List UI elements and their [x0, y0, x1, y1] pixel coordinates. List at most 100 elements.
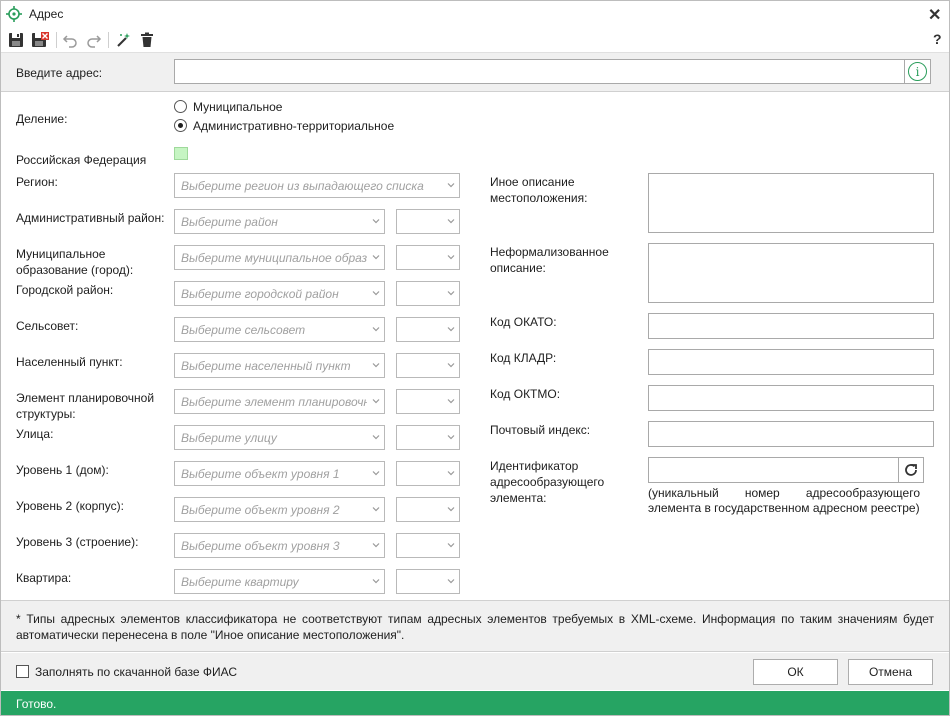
- kladr-label: Код КЛАДР:: [490, 351, 557, 365]
- street-combo[interactable]: Выберите улицу: [174, 425, 385, 450]
- region-combo[interactable]: Выберите регион из выпадающего списка: [174, 173, 460, 198]
- admin-district-type-combo[interactable]: [396, 209, 460, 234]
- level3-placeholder: Выберите объект уровня 3: [181, 539, 340, 553]
- admin-district-placeholder: Выберите район: [181, 215, 278, 229]
- planning-element-type-combo[interactable]: [396, 389, 460, 414]
- municipality-combo[interactable]: Выберите муниципальное образование: [174, 245, 385, 270]
- level3-type-combo[interactable]: [396, 533, 460, 558]
- selsovet-placeholder: Выберите сельсовет: [181, 323, 306, 337]
- level1-placeholder: Выберите объект уровня 1: [181, 467, 340, 481]
- admin-district-label: Административный район:: [16, 211, 165, 225]
- close-icon[interactable]: ✕: [928, 5, 941, 25]
- planning-element-combo[interactable]: Выберите элемент планировочной структуры: [174, 389, 385, 414]
- toolbar-separator: [56, 32, 57, 48]
- selsovet-type-combo[interactable]: [396, 317, 460, 342]
- admin-district-combo[interactable]: Выберите район: [174, 209, 385, 234]
- level3-label: Уровень 3 (строение):: [16, 535, 139, 549]
- fias-checkbox-label: Заполнять по скачанной базе ФИАС: [35, 665, 238, 679]
- note-text: * Типы адресных элементов классификатора…: [16, 612, 934, 642]
- country-indicator: [174, 147, 188, 160]
- ok-button[interactable]: ОК: [753, 659, 838, 685]
- settlement-label: Населенный пункт:: [16, 355, 123, 369]
- info-button[interactable]: i: [904, 59, 931, 84]
- level2-label: Уровень 2 (корпус):: [16, 499, 124, 513]
- planning-element-label: Элемент планировочной структуры:: [16, 391, 155, 421]
- save-icon[interactable]: [6, 30, 26, 50]
- settlement-combo[interactable]: Выберите населенный пункт: [174, 353, 385, 378]
- status-text: Готово.: [16, 697, 57, 711]
- radio-administrative[interactable]: [174, 119, 187, 132]
- chevron-down-icon: [372, 435, 380, 440]
- level1-type-combo[interactable]: [396, 461, 460, 486]
- kladr-field[interactable]: [648, 349, 934, 375]
- selsovet-combo[interactable]: Выберите сельсовет: [174, 317, 385, 342]
- chevron-down-icon: [372, 507, 380, 512]
- address-input[interactable]: [174, 59, 930, 84]
- chevron-down-icon: [447, 363, 455, 368]
- radio-municipal[interactable]: [174, 100, 187, 113]
- chevron-down-icon: [372, 579, 380, 584]
- chevron-down-icon: [447, 579, 455, 584]
- toolbar-separator: [108, 32, 109, 48]
- chevron-down-icon: [372, 363, 380, 368]
- country-label: Российская Федерация: [16, 153, 147, 167]
- level1-label: Уровень 1 (дом):: [16, 463, 109, 477]
- fias-checkbox[interactable]: [16, 665, 29, 678]
- refresh-icon: [905, 464, 917, 476]
- okato-label: Код ОКАТО:: [490, 315, 557, 329]
- delete-icon[interactable]: [137, 30, 157, 50]
- radio-municipal-label: Муниципальное: [193, 100, 283, 114]
- address-input-label: Введите адрес:: [16, 66, 103, 80]
- refresh-button[interactable]: [898, 457, 924, 483]
- settlement-type-combo[interactable]: [396, 353, 460, 378]
- apartment-placeholder: Выберите квартиру: [181, 575, 299, 589]
- informal-description-label: Неформализованное описание:: [490, 245, 609, 275]
- oktmo-field[interactable]: [648, 385, 934, 411]
- app-icon: [6, 6, 22, 22]
- info-icon: i: [908, 62, 927, 81]
- chevron-down-icon: [372, 543, 380, 548]
- identifier-label: Идентификатор адресообразующего элемента…: [490, 459, 605, 505]
- identifier-field[interactable]: [648, 457, 899, 483]
- municipality-label: Муниципальное образование (город):: [16, 247, 134, 277]
- city-district-combo[interactable]: Выберите городской район: [174, 281, 385, 306]
- postal-index-field[interactable]: [648, 421, 934, 447]
- undo-icon[interactable]: [60, 30, 80, 50]
- level3-combo[interactable]: Выберите объект уровня 3: [174, 533, 385, 558]
- status-bar: [1, 691, 949, 715]
- cancel-button[interactable]: Отмена: [848, 659, 933, 685]
- redo-icon[interactable]: [84, 30, 104, 50]
- oktmo-label: Код ОКТМО:: [490, 387, 561, 401]
- city-district-type-combo[interactable]: [396, 281, 460, 306]
- chevron-down-icon: [372, 327, 380, 332]
- title-bar: [0, 0, 950, 28]
- apartment-type-combo[interactable]: [396, 569, 460, 594]
- apartment-combo[interactable]: Выберите квартиру: [174, 569, 385, 594]
- wand-icon[interactable]: [113, 30, 133, 50]
- okato-field[interactable]: [648, 313, 934, 339]
- help-icon[interactable]: ?: [933, 31, 942, 47]
- identifier-hint-line2: элемента в государственном адресном реес…: [648, 501, 920, 515]
- chevron-down-icon: [372, 471, 380, 476]
- window-title: Адрес: [29, 7, 64, 21]
- level1-combo[interactable]: Выберите объект уровня 1: [174, 461, 385, 486]
- level2-combo[interactable]: Выберите объект уровня 2: [174, 497, 385, 522]
- municipality-type-combo[interactable]: [396, 245, 460, 270]
- street-type-combo[interactable]: [396, 425, 460, 450]
- save-close-icon[interactable]: [30, 30, 50, 50]
- planning-element-placeholder: Выберите элемент планировочной структуры: [181, 395, 367, 409]
- settlement-placeholder: Выберите населенный пункт: [181, 359, 351, 373]
- identifier-hint-line1: (уникальный номер адресообразующего: [648, 486, 920, 500]
- other-description-field[interactable]: [648, 173, 934, 233]
- chevron-down-icon: [372, 219, 380, 224]
- chevron-down-icon: [372, 255, 380, 260]
- street-placeholder: Выберите улицу: [181, 431, 277, 445]
- level2-placeholder: Выберите объект уровня 2: [181, 503, 340, 517]
- city-district-label: Городской район:: [16, 283, 114, 297]
- region-placeholder: Выберите регион из выпадающего списка: [181, 179, 424, 193]
- division-label: Деление:: [16, 112, 68, 126]
- informal-description-field[interactable]: [648, 243, 934, 303]
- level2-type-combo[interactable]: [396, 497, 460, 522]
- selsovet-label: Сельсовет:: [16, 319, 79, 333]
- chevron-down-icon: [447, 543, 455, 548]
